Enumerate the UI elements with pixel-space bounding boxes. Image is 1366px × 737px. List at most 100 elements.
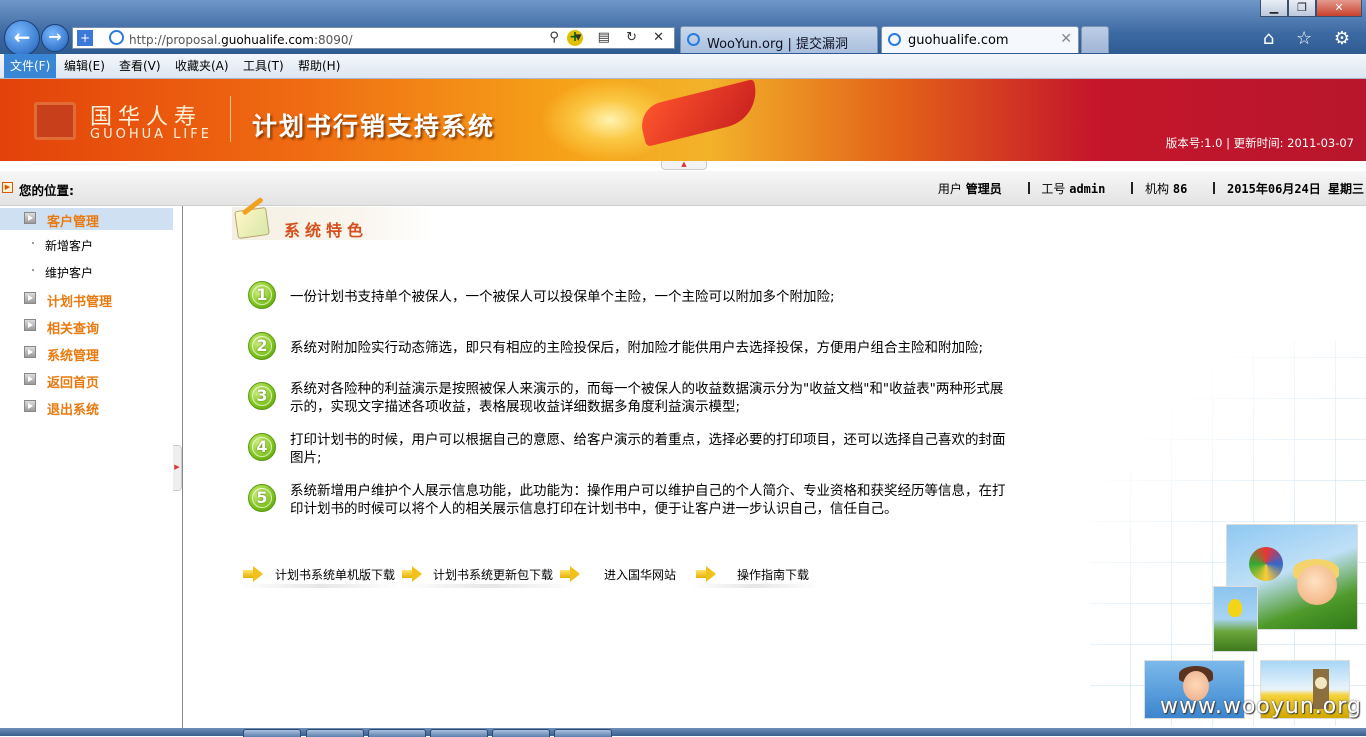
minimize-button[interactable]: ▁ — [1260, 0, 1288, 17]
ie-tab-icon — [888, 33, 901, 46]
logo-text-en: GUOHUA LIFE — [90, 127, 212, 142]
number-badge: 1 — [248, 281, 276, 309]
arrow-right-icon — [696, 566, 716, 582]
tulip-shape — [1228, 599, 1242, 617]
watermark: www.wooyun.org — [1160, 694, 1362, 719]
location-icon: ▶ — [2, 182, 13, 193]
sidebar-subitem-maintain-customer[interactable]: 维护客户 — [0, 260, 173, 282]
sidebar-toggle-handle[interactable]: ▶ — [173, 445, 182, 491]
sidebar-item-label: 客户管理 — [47, 215, 100, 230]
close-window-button[interactable]: ✕ — [1316, 0, 1362, 17]
feature-title: 系统特色 — [284, 221, 369, 240]
clock-shape — [1315, 677, 1327, 689]
pinwheel-shape — [1249, 547, 1283, 581]
browser-chrome: ▁ ❐ ✕ ← → + http://proposal.guohualife.c… — [0, 0, 1366, 56]
sidebar-subitem-label: 新增客户 — [45, 239, 94, 253]
collapse-banner-handle[interactable]: ▲ — [661, 161, 707, 170]
divider — [1027, 182, 1030, 194]
address-tools[interactable]: ⚲ ▾ ▤ ↻ ✕ — [549, 30, 670, 45]
sidebar-item-home[interactable]: 返回首页 — [0, 369, 173, 391]
face-shape — [1297, 565, 1337, 605]
banner-divider — [230, 96, 231, 142]
arrow-box-icon — [24, 292, 36, 304]
tab-label: WooYun.org | 提交漏洞 — [707, 37, 849, 52]
feature-line: 系统对各险种的利益演示是按照被保人来演示的，而每一个被保人的收益数据演示分为"收… — [290, 381, 1004, 397]
empno-label: 工号 — [1041, 182, 1066, 196]
user-info: 用户 管理员 工号 admin 机构 86 2015年06月24日 星期三 — [938, 180, 1364, 197]
empno-value: admin — [1069, 182, 1106, 196]
feature-line: 一份计划书支持单个被保人，一个被保人可以投保单个主险，一个主险可以附加多个附加险… — [290, 289, 835, 305]
number-badge: 4 — [248, 433, 276, 461]
user-label: 用户 — [937, 182, 962, 196]
link-guohua-site[interactable]: 进入国华网站 — [604, 566, 676, 583]
back-button[interactable]: ← — [4, 20, 40, 56]
tab-wooyun[interactable]: WooYun.org | 提交漏洞 — [680, 26, 878, 53]
ie-page-icon — [109, 30, 124, 45]
sidebar-item-proposal-management[interactable]: 计划书管理 — [0, 288, 173, 310]
sidebar-item-label: 系统管理 — [47, 349, 100, 364]
menu-tools[interactable]: 工具(T) — [237, 54, 290, 78]
sidebar: 客户管理 新增客户 维护客户 计划书管理 相关查询 系统管理 返回首页 退出系统 — [0, 206, 173, 726]
main-frame-border — [182, 206, 183, 728]
feature-text: 一份计划书支持单个被保人，一个被保人可以投保单个主险，一个主险可以附加多个附加险… — [290, 288, 1090, 306]
link-underline-shadow — [240, 584, 400, 588]
feature-line: 印计划书的时候可以将个人的相关展示信息打印在计划书中，便于让客户进一步认识自己，… — [290, 501, 898, 517]
sidebar-item-system-management[interactable]: 系统管理 — [0, 342, 173, 364]
tulip-photo — [1213, 586, 1258, 652]
arrow-box-icon — [24, 373, 36, 385]
new-tab-button[interactable] — [1081, 26, 1109, 53]
tab-label: guohualife.com — [908, 33, 1009, 48]
maximize-button[interactable]: ❐ — [1288, 0, 1316, 17]
sidebar-item-customer-management[interactable]: 客户管理 — [0, 208, 173, 230]
feature-line: 图片; — [290, 450, 322, 466]
menu-favorites[interactable]: 收藏夹(A) — [169, 54, 235, 78]
arrow-right-icon — [402, 566, 422, 582]
org-value: 86 — [1172, 182, 1188, 196]
link-guide-download[interactable]: 操作指南下载 — [737, 566, 809, 583]
ie-tab-icon — [687, 33, 700, 46]
menu-edit[interactable]: 编辑(E) — [58, 54, 111, 78]
menu-file[interactable]: 文件(F) — [4, 54, 57, 78]
divider — [1213, 182, 1216, 194]
link-underline-shadow — [400, 584, 580, 588]
feature-line: 系统对附加险实行动态筛选，即只有相应的主险投保后，附加险才能供用户去选择投保，方… — [290, 340, 984, 356]
arrow-box-icon — [24, 212, 36, 224]
link-update-download[interactable]: 计划书系统更新包下载 — [433, 566, 553, 583]
menu-bar: 文件(F) 编辑(E) 查看(V) 收藏夹(A) 工具(T) 帮助(H) — [0, 54, 1366, 79]
os-taskbar — [0, 728, 1366, 736]
menu-view[interactable]: 查看(V) — [113, 54, 167, 78]
arrow-right-icon — [560, 566, 580, 582]
close-tab-icon[interactable]: ✕ — [1060, 31, 1072, 47]
user-value: 管理员 — [965, 182, 1002, 196]
feature-text: 系统新增用户维护个人展示信息功能，此功能为：操作用户可以维护自己的个人简介、专业… — [290, 482, 1090, 518]
org-label: 机构 — [1145, 182, 1170, 196]
compat-icon[interactable]: + — [77, 30, 93, 46]
sidebar-item-label: 退出系统 — [47, 403, 100, 418]
arrow-box-icon — [24, 319, 36, 331]
number-badge: 2 — [248, 332, 276, 360]
sidebar-item-label: 计划书管理 — [47, 295, 113, 310]
browser-toolbar-icons[interactable]: ⌂ ☆ ⚙ — [1263, 28, 1358, 49]
sidebar-item-logout[interactable]: 退出系统 — [0, 396, 173, 418]
link-underline-shadow — [690, 584, 820, 588]
feature-text: 系统对附加险实行动态筛选，即只有相应的主险投保后，附加险才能供用户去选择投保，方… — [290, 339, 1090, 357]
tab-guohualife[interactable]: guohualife.com ✕ — [881, 26, 1079, 53]
feature-text: 打印计划书的时候，用户可以根据自己的意愿、给客户演示的着重点，选择必要的打印项目… — [290, 431, 1090, 467]
arrow-right-icon — [243, 566, 263, 582]
window-controls: ▁ ❐ ✕ — [1260, 0, 1362, 17]
address-bar[interactable]: + http://proposal.guohualife.com:8090/ +… — [72, 27, 675, 49]
divider — [1131, 182, 1134, 194]
feature-line: 示的，实现文字描述各项收益，表格展现收益详细数据多角度利益演示模型; — [290, 399, 741, 415]
sidebar-item-related-query[interactable]: 相关查询 — [0, 315, 173, 337]
link-standalone-download[interactable]: 计划书系统单机版下载 — [275, 566, 395, 583]
menu-help[interactable]: 帮助(H) — [292, 54, 346, 78]
feature-line: 系统新增用户维护个人展示信息功能，此功能为：操作用户可以维护自己的个人简介、专业… — [290, 483, 1006, 499]
sidebar-subitem-add-customer[interactable]: 新增客户 — [0, 233, 173, 255]
forward-button[interactable]: → — [41, 24, 69, 52]
number-badge: 5 — [248, 484, 276, 512]
banner-collapse-strip: ▲ — [0, 161, 1366, 171]
number-badge: 3 — [248, 382, 276, 410]
site-banner — [0, 79, 1366, 161]
sidebar-item-label: 相关查询 — [47, 322, 100, 337]
arrow-box-icon — [24, 400, 36, 412]
